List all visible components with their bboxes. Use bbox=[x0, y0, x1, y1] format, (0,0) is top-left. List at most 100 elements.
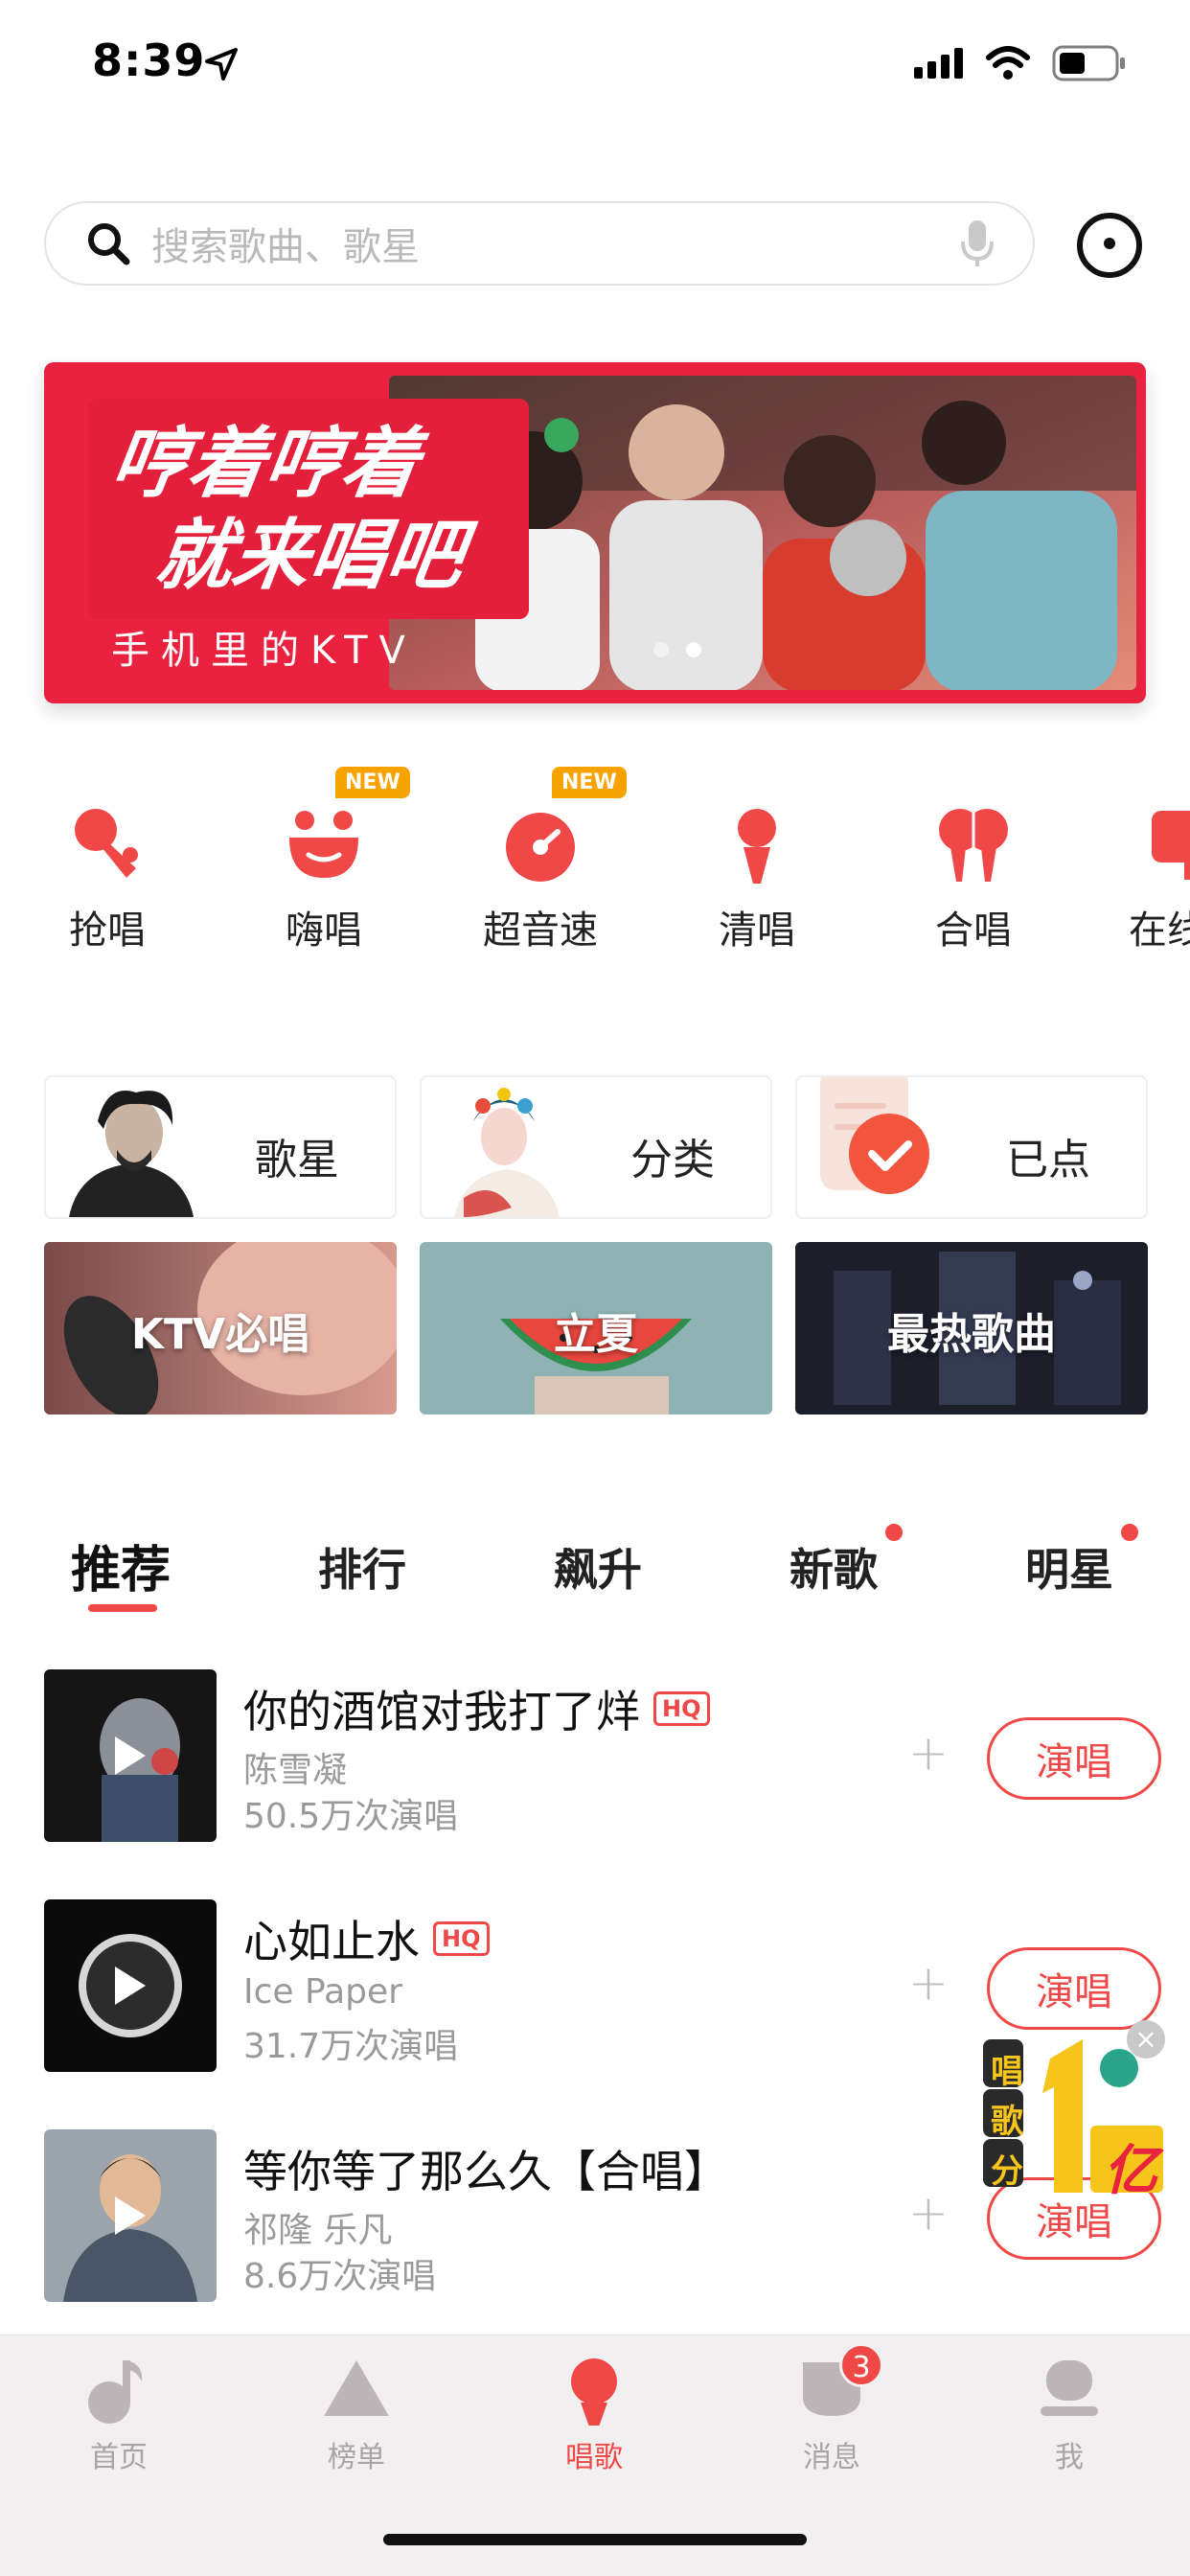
tab-new-dot bbox=[1121, 1524, 1138, 1541]
play-icon bbox=[115, 1736, 146, 1775]
song-title: 你的酒馆对我打了烊 HQ bbox=[243, 1677, 710, 1740]
microphone-grab-icon bbox=[75, 809, 138, 878]
nav-label: 唱歌 bbox=[565, 2441, 623, 2474]
promo-unit: 亿 bbox=[1104, 2140, 1157, 2202]
hq-badge: HQ bbox=[433, 1921, 490, 1956]
tab-new-dot bbox=[885, 1524, 903, 1541]
banner-headline-line2: 就来唱吧 bbox=[149, 511, 469, 600]
quick-action-online[interactable]: 在线 bbox=[1113, 767, 1190, 958]
banner-headline: 哼着哼着 就来唱吧 bbox=[93, 418, 483, 602]
scan-button[interactable] bbox=[1077, 213, 1142, 278]
song-cover[interactable] bbox=[44, 1899, 217, 2072]
search-placeholder: 搜索歌曲、歌星 bbox=[151, 225, 420, 269]
floating-promo[interactable]: 唱 歌 分 1 亿 × bbox=[975, 2020, 1167, 2202]
song-play-count: 31.7万次演唱 bbox=[243, 2027, 459, 2066]
tab-rising[interactable]: 飙升 bbox=[554, 1535, 642, 1598]
promo-text: 分 bbox=[991, 2152, 1023, 2191]
play-icon bbox=[115, 2196, 146, 2235]
add-to-queue-button[interactable]: + bbox=[908, 2185, 949, 2241]
nav-label: 榜单 bbox=[328, 2441, 385, 2474]
microphone-icon bbox=[738, 809, 776, 884]
tab-bar: 推荐 排行 飙升 新歌 明星 bbox=[0, 1524, 1190, 1620]
singer-portrait bbox=[69, 1091, 194, 1217]
song-play-count: 8.6万次演唱 bbox=[243, 2257, 437, 2296]
song-title-text: 你的酒馆对我打了烊 bbox=[243, 1686, 640, 1737]
voice-search-icon[interactable] bbox=[960, 218, 995, 268]
quick-action-label: 超音速 bbox=[483, 908, 598, 953]
song-title-text: 等你等了那么久【合唱】 bbox=[243, 2146, 728, 2197]
nav-label: 首页 bbox=[90, 2441, 148, 2474]
banner-dot bbox=[653, 642, 669, 657]
nav-home[interactable]: 首页 bbox=[42, 2353, 195, 2475]
microphone-icon bbox=[571, 2358, 617, 2426]
nav-label: 消息 bbox=[803, 2441, 860, 2474]
quick-action-label: 合唱 bbox=[935, 908, 1012, 953]
new-badge: NEW bbox=[335, 767, 410, 798]
nav-charts[interactable]: 榜单 bbox=[280, 2353, 433, 2475]
entry-categories[interactable]: 分类 bbox=[420, 1075, 772, 1219]
status-bar: 8:39 bbox=[0, 0, 1190, 126]
playlist-label: KTV必唱 bbox=[130, 1310, 310, 1359]
tab-recommend[interactable]: 推荐 bbox=[71, 1530, 171, 1601]
close-icon[interactable]: × bbox=[1127, 2020, 1165, 2058]
tab-new-songs[interactable]: 新歌 bbox=[790, 1535, 878, 1598]
song-row[interactable]: 你的酒馆对我打了烊 HQ 陈雪凝 50.5万次演唱 + 演唱 bbox=[0, 1669, 1190, 1842]
profile-icon bbox=[1041, 2360, 1098, 2416]
song-title: 心如止水 HQ bbox=[243, 1907, 490, 1970]
entry-queued[interactable]: 已点 bbox=[795, 1075, 1148, 1219]
music-note-icon bbox=[88, 2360, 143, 2424]
song-title: 等你等了那么久【合唱】 bbox=[243, 2137, 728, 2200]
message-count-badge: 3 bbox=[839, 2343, 883, 2387]
playlist-ktv-must-sing[interactable]: KTV必唱 bbox=[44, 1242, 397, 1414]
banner-headline-line1: 哼着哼着 bbox=[105, 419, 425, 508]
opera-figure-image bbox=[454, 1088, 560, 1217]
search-input[interactable]: 搜索歌曲、歌星 bbox=[44, 201, 1035, 286]
triangle-chart-icon bbox=[324, 2360, 389, 2416]
quick-action-duet[interactable]: 合唱 bbox=[897, 767, 1050, 958]
tab-ranking[interactable]: 排行 bbox=[318, 1535, 406, 1598]
song-play-count: 50.5万次演唱 bbox=[243, 1797, 459, 1836]
banner-dot-active bbox=[686, 642, 701, 657]
nav-profile[interactable]: 我 bbox=[993, 2353, 1146, 2475]
add-to-queue-button[interactable]: + bbox=[908, 1725, 949, 1781]
song-cover[interactable] bbox=[44, 2129, 217, 2302]
quick-action-label: 清唱 bbox=[719, 908, 795, 953]
song-title-text: 心如止水 bbox=[243, 1916, 420, 1967]
nav-sing[interactable]: 唱歌 bbox=[517, 2353, 671, 2475]
song-cover[interactable] bbox=[44, 1669, 217, 1842]
nav-label: 我 bbox=[1055, 2441, 1084, 2474]
song-artist: 陈雪凝 bbox=[243, 1751, 348, 1790]
home-indicator[interactable] bbox=[383, 2534, 807, 2545]
quick-action-acapella[interactable]: 清唱 bbox=[680, 767, 834, 958]
smile-face-icon bbox=[289, 811, 358, 878]
sing-button[interactable]: 演唱 bbox=[987, 1717, 1161, 1800]
playlist-summer-start[interactable]: 立夏 bbox=[420, 1242, 772, 1414]
tab-stars[interactable]: 明星 bbox=[1025, 1535, 1113, 1598]
play-icon bbox=[115, 1966, 146, 2005]
banner-pagination bbox=[653, 642, 701, 657]
nav-messages[interactable]: 消息 3 bbox=[755, 2343, 908, 2475]
promo-text: 歌 bbox=[991, 2103, 1023, 2141]
promo-big-number: 1 bbox=[1035, 2018, 1036, 2019]
add-to-queue-button[interactable]: + bbox=[908, 1955, 949, 2011]
status-icons bbox=[914, 42, 1127, 84]
speed-dial-icon bbox=[506, 813, 575, 882]
playlist-hottest-songs[interactable]: 最热歌曲 bbox=[795, 1242, 1148, 1414]
entry-singers[interactable]: 歌星 bbox=[44, 1075, 397, 1219]
quick-action-supersonic[interactable]: NEW 超音速 bbox=[464, 767, 627, 958]
quick-action-hi-sing[interactable]: NEW 嗨唱 bbox=[247, 767, 410, 958]
hq-badge: HQ bbox=[653, 1691, 710, 1726]
quick-action-label: 在线 bbox=[1129, 908, 1190, 953]
entry-label: 歌星 bbox=[255, 1136, 339, 1184]
playlist-label: 立夏 bbox=[554, 1310, 638, 1359]
entry-label: 分类 bbox=[630, 1136, 715, 1184]
search-icon bbox=[88, 223, 130, 265]
status-time: 8:39 bbox=[92, 34, 206, 86]
sing-button[interactable]: 演唱 bbox=[987, 1947, 1161, 2030]
promo-banner[interactable]: 哼着哼着 就来唱吧 手机里的KTV bbox=[44, 362, 1146, 703]
quick-actions: 抢唱 NEW 嗨唱 NEW 超音速 清唱 合唱 在线 bbox=[0, 767, 1190, 968]
signal-icon bbox=[914, 48, 963, 79]
quick-action-grab-sing[interactable]: 抢唱 bbox=[31, 767, 184, 958]
queued-check-icon bbox=[820, 1077, 929, 1194]
entry-label: 已点 bbox=[1006, 1136, 1090, 1184]
